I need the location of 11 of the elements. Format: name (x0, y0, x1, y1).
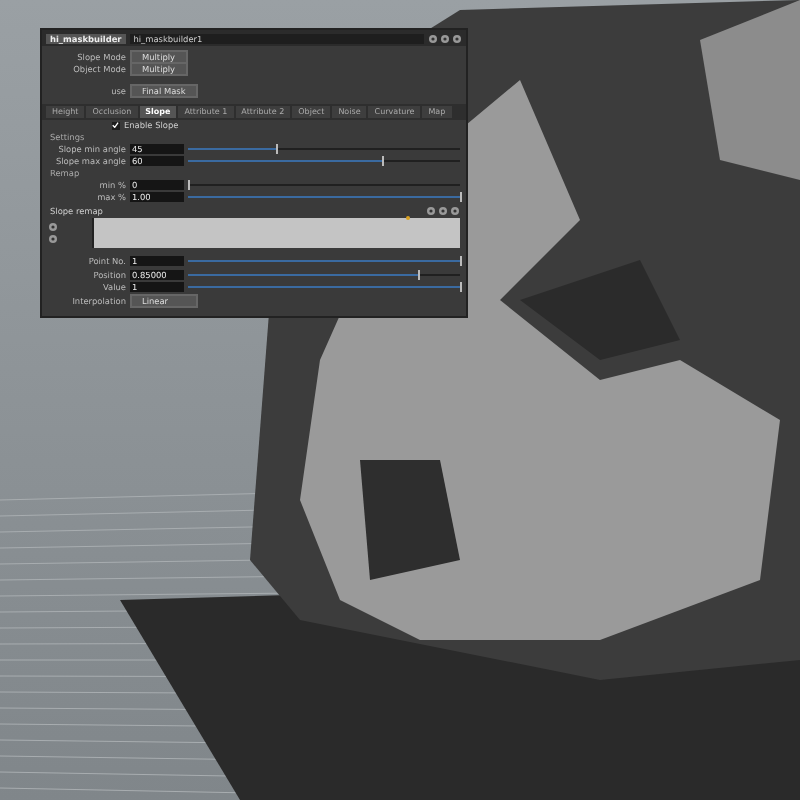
ramp-graph[interactable] (92, 217, 460, 247)
slider-handle[interactable] (276, 143, 279, 154)
slider-handle[interactable] (459, 192, 461, 203)
checkmark-icon (112, 122, 120, 129)
slider-handle[interactable] (459, 282, 461, 293)
ramp-key-marker[interactable] (405, 215, 410, 219)
slider-handle[interactable] (418, 269, 421, 280)
slider-handle[interactable] (382, 156, 385, 167)
checkbox[interactable] (112, 121, 120, 130)
slider-handle[interactable] (459, 256, 461, 267)
slider-handle[interactable] (187, 179, 189, 190)
